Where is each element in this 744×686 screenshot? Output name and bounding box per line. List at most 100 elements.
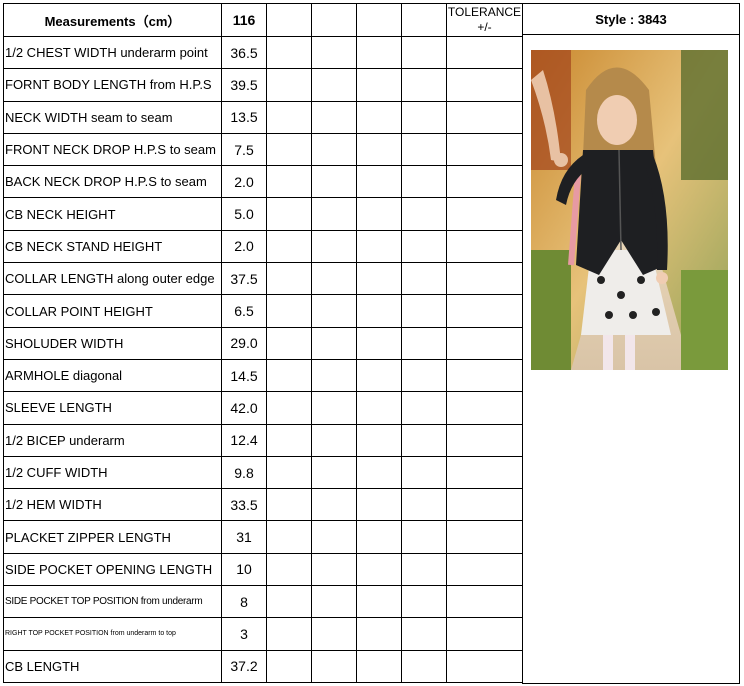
empty-cell — [401, 165, 447, 199]
empty-cell — [446, 391, 523, 425]
empty-cell — [401, 423, 447, 457]
empty-cell — [446, 294, 523, 328]
measurement-label: SIDE POCKET TOP POSITION from underarm — [3, 585, 222, 619]
measurement-value: 7.5 — [221, 132, 267, 167]
empty-cell — [401, 229, 447, 264]
empty-cell — [446, 262, 523, 296]
empty-cell — [266, 552, 312, 587]
empty-cell — [446, 197, 523, 231]
measurement-value: 37.5 — [221, 262, 267, 296]
measurement-value: 2.0 — [221, 165, 267, 199]
empty-cell — [356, 326, 402, 360]
empty-cell — [446, 585, 523, 619]
empty-cell — [401, 68, 447, 102]
table-row: BACK NECK DROP H.P.S to seam 2.0 — [3, 165, 523, 199]
empty-cell — [266, 35, 312, 70]
product-photo — [531, 50, 728, 370]
measurement-value: 12.4 — [221, 423, 267, 457]
empty-cell — [311, 455, 357, 490]
empty-cell — [356, 391, 402, 425]
table-row: PLACKET ZIPPER LENGTH 31 — [3, 520, 523, 554]
measurement-value: 5.0 — [221, 197, 267, 231]
measurement-value: 3 — [221, 617, 267, 651]
measurement-value: 10 — [221, 552, 267, 587]
empty-cell — [311, 649, 357, 683]
girl-in-jacket-image — [531, 50, 728, 370]
empty-cell — [356, 423, 402, 457]
empty-cell — [266, 455, 312, 490]
empty-cell — [311, 165, 357, 199]
measurement-label: BACK NECK DROP H.P.S to seam — [3, 165, 222, 199]
empty-cell — [401, 617, 447, 651]
empty-cell — [356, 68, 402, 102]
header-row: Measurements（cm） 116 TOLERANCE +/- — [3, 3, 523, 37]
measurement-label: SLEEVE LENGTH — [3, 391, 222, 425]
empty-cell — [266, 262, 312, 296]
measurement-label: FRONT NECK DROP H.P.S to seam — [3, 132, 222, 167]
empty-cell — [401, 294, 447, 328]
empty-cell — [266, 294, 312, 328]
measurement-label: ARMHOLE diagonal — [3, 358, 222, 393]
empty-cell — [356, 617, 402, 651]
empty-cell — [311, 520, 357, 554]
empty-cell — [446, 229, 523, 264]
empty-cell — [311, 100, 357, 134]
table-row: SIDE POCKET TOP POSITION from underarm 8 — [3, 585, 523, 619]
empty-cell — [401, 326, 447, 360]
measurement-value: 31 — [221, 520, 267, 554]
empty-cell — [446, 455, 523, 490]
empty-cell — [356, 358, 402, 393]
table-row: SHOLUDER WIDTH 29.0 — [3, 326, 523, 360]
empty-cell — [356, 132, 402, 167]
empty-cell — [446, 649, 523, 683]
measurement-label: CB NECK HEIGHT — [3, 197, 222, 231]
empty-cell — [446, 552, 523, 587]
empty-cell — [311, 552, 357, 587]
empty-cell — [356, 520, 402, 554]
table-row: CB NECK STAND HEIGHT 2.0 — [3, 229, 523, 264]
empty-cell — [356, 197, 402, 231]
table-row: SIDE POCKET OPENING LENGTH 10 — [3, 552, 523, 587]
empty-cell — [266, 3, 312, 37]
empty-cell — [401, 585, 447, 619]
table-row: 1/2 HEM WIDTH 33.5 — [3, 488, 523, 522]
style-header: Style : 3843 — [522, 3, 740, 35]
empty-cell — [266, 358, 312, 393]
empty-cell — [401, 488, 447, 522]
table-row: ARMHOLE diagonal 14.5 — [3, 358, 523, 393]
measurement-label: NECK WIDTH seam to seam — [3, 100, 222, 134]
empty-cell — [311, 488, 357, 522]
empty-cell — [266, 423, 312, 457]
tolerance-header: TOLERANCE +/- — [446, 3, 523, 37]
empty-cell — [356, 294, 402, 328]
empty-cell — [356, 455, 402, 490]
table-row: 1/2 CUFF WIDTH 9.8 — [3, 455, 523, 490]
empty-cell — [401, 649, 447, 683]
empty-cell — [266, 68, 312, 102]
empty-cell — [266, 326, 312, 360]
table-row: 1/2 CHEST WIDTH underarm point 36.5 — [3, 35, 523, 70]
empty-cell — [446, 488, 523, 522]
measurement-value: 6.5 — [221, 294, 267, 328]
empty-cell — [356, 649, 402, 683]
empty-cell — [401, 391, 447, 425]
table-row: 1/2 BICEP underarm 12.4 — [3, 423, 523, 457]
empty-cell — [266, 649, 312, 683]
empty-cell — [266, 165, 312, 199]
measurement-label: COLLAR LENGTH along outer edge — [3, 262, 222, 296]
empty-cell — [401, 132, 447, 167]
measurement-label: FORNT BODY LENGTH from H.P.S — [3, 68, 222, 102]
measurement-label: RIGHT TOP POCKET POSITION from underarm … — [3, 617, 222, 651]
empty-cell — [446, 423, 523, 457]
empty-cell — [401, 197, 447, 231]
empty-cell — [356, 552, 402, 587]
empty-cell — [266, 391, 312, 425]
empty-cell — [311, 197, 357, 231]
empty-cell — [311, 294, 357, 328]
table-row: CB LENGTH 37.2 — [3, 649, 523, 683]
measurement-value: 2.0 — [221, 229, 267, 264]
measurement-label: CB LENGTH — [3, 649, 222, 683]
measurement-value: 13.5 — [221, 100, 267, 134]
empty-cell — [311, 132, 357, 167]
empty-cell — [401, 262, 447, 296]
